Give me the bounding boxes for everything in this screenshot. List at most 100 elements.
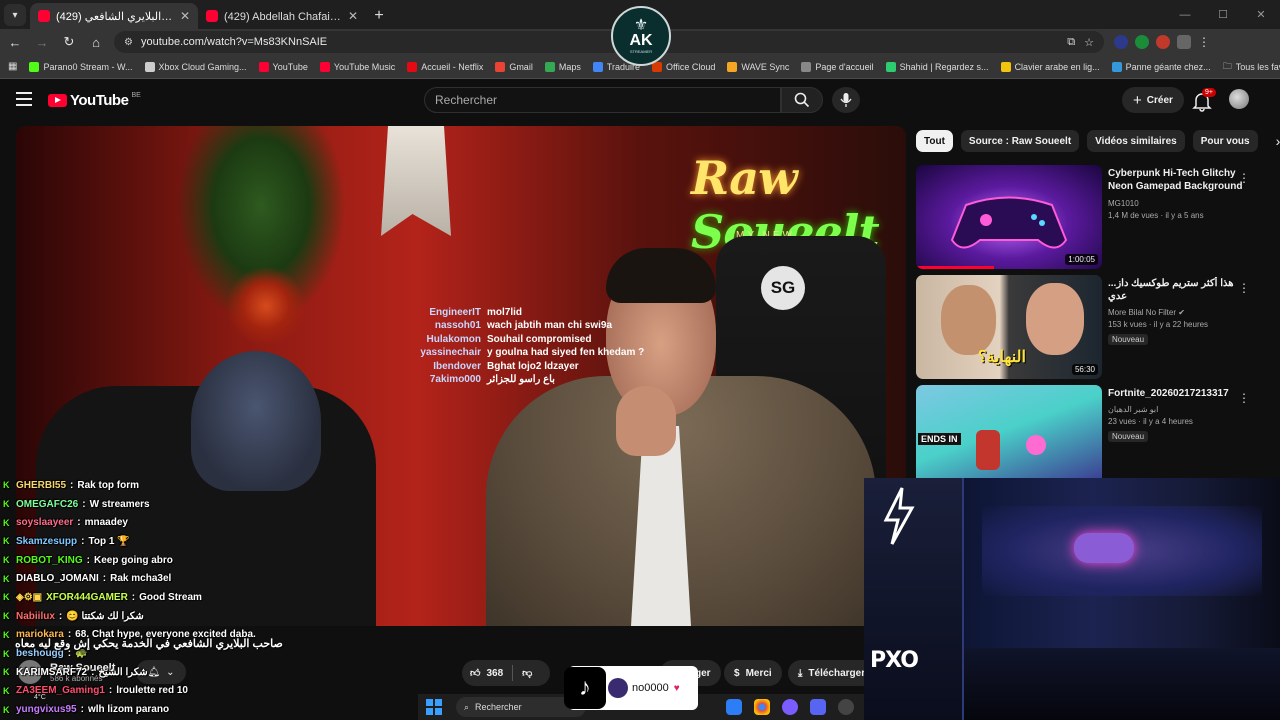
more-actions-icon[interactable]: ⋮	[1238, 171, 1250, 185]
video-thumbnail[interactable]: النهاية؟ 56:30	[916, 275, 1102, 379]
maximize-icon[interactable]: ☐	[1204, 0, 1242, 29]
channel-name[interactable]: ابو شبر الدهبان	[1108, 404, 1248, 416]
like-count[interactable]: 368	[486, 668, 503, 679]
chevron-right-icon[interactable]: ›	[1276, 133, 1280, 149]
youtube-logo[interactable]: YouTube BE	[48, 92, 141, 109]
chat-arabic-message: صاحب البلايري الشافعي في الخدمة يحكي إش …	[15, 638, 283, 650]
bookmark-item[interactable]: Accueil - Netflix	[407, 61, 484, 72]
tab-active[interactable]: (429) صاحب البلايري الشافعي ✕	[30, 3, 198, 29]
search-button[interactable]	[781, 87, 823, 113]
channel-name[interactable]: MG1010	[1108, 198, 1248, 210]
extensions-puzzle-icon[interactable]	[1177, 35, 1191, 49]
bookmark-item[interactable]: Panne géante chez...	[1111, 61, 1211, 72]
download-button[interactable]: ⤓ Télécharger	[788, 660, 876, 686]
tab-close-icon[interactable]: ✕	[180, 9, 190, 23]
reload-button[interactable]: ↻	[57, 30, 81, 54]
bookmark-label: Clavier arabe en lig...	[1014, 61, 1100, 72]
bookmark-item[interactable]: Clavier arabe en lig...	[1000, 61, 1100, 72]
extension-icon[interactable]	[1156, 35, 1170, 49]
video-meta: 23 vues · il y a 4 heures	[1108, 417, 1193, 426]
window-controls: — ☐ ✕	[1166, 0, 1280, 29]
account-avatar[interactable]	[1229, 89, 1249, 109]
thanks-button[interactable]: $ Merci	[724, 660, 782, 686]
more-actions-icon[interactable]: ⋮	[1238, 281, 1250, 295]
video-title[interactable]: ...هذا أكثر ستريم طوكسيك داز عدي	[1108, 277, 1248, 303]
create-button[interactable]: + Créer	[1122, 87, 1184, 113]
bookmark-item[interactable]: YouTube	[258, 61, 308, 72]
video-meta: 1,4 M de vues · il y a 5 ans	[1108, 211, 1204, 220]
kick-icon: K	[3, 648, 10, 659]
apps-grid-icon[interactable]: ▦	[8, 61, 17, 72]
bookmark-favicon-icon	[885, 61, 896, 72]
bookmark-item[interactable]: Page d'accueil	[801, 61, 874, 72]
video-title[interactable]: Cyberpunk Hi-Tech Glitchy Neon Gamepad B…	[1108, 167, 1248, 194]
thumbnail-caption: ENDS IN	[918, 433, 961, 445]
video-thumbnail[interactable]: 1:00:05	[916, 165, 1102, 269]
bookmark-item[interactable]: YouTube Music	[319, 61, 395, 72]
address-bar[interactable]: ⚙ youtube.com/watch?v=Ms83KNnSAIE ⧉ ☆	[114, 31, 1104, 53]
tab-search-button[interactable]: ▾	[4, 4, 26, 26]
chat-message: wach jabtih man chi swi9a	[487, 320, 613, 332]
search-input[interactable]: Rechercher	[424, 87, 781, 113]
extension-icon[interactable]	[1114, 35, 1128, 49]
menu-dots-icon[interactable]: ⋮	[1198, 35, 1212, 49]
recommendation-item[interactable]: ENDS IN Fortnite_20260217213317 ابو شبر …	[916, 385, 1266, 489]
store-icon[interactable]	[726, 699, 742, 715]
dislike-icon[interactable]: 👎︎	[522, 667, 532, 679]
bookmark-item[interactable]: Shahid | Regardez s...	[885, 61, 989, 72]
discord-icon[interactable]	[810, 699, 826, 715]
chat-separator: :	[70, 479, 74, 491]
chrome-icon[interactable]	[754, 699, 770, 715]
install-app-icon[interactable]: ⧉	[1067, 36, 1075, 49]
minimize-icon[interactable]: —	[1166, 0, 1204, 29]
chat-username: EngineerIT	[429, 307, 481, 318]
bookmark-item[interactable]: Xbox Cloud Gaming...	[144, 61, 247, 72]
bookmark-item[interactable]: Parano0 Stream - W...	[29, 61, 133, 72]
voice-search-button[interactable]	[832, 87, 860, 113]
bookmark-favicon-icon	[801, 61, 812, 72]
kick-icon: K	[3, 555, 10, 566]
stream-chat-line: K Nabiilux : 😊 شكرا لك شكتتا	[0, 607, 470, 626]
bookmark-item[interactable]: Maps	[544, 61, 581, 72]
home-button[interactable]: ⌂	[84, 30, 108, 54]
channel-name[interactable]: More Bilal No Filter	[1108, 308, 1176, 317]
filter-chip[interactable]: Source : Raw Soueelt	[960, 130, 1080, 152]
hamburger-menu-icon[interactable]	[16, 92, 32, 106]
recommendation-item[interactable]: 1:00:05 Cyberpunk Hi-Tech Glitchy Neon G…	[916, 165, 1266, 269]
kick-icon: K	[3, 517, 10, 528]
stream-chat-line: Ksoyslaayeer : mnaadey	[0, 513, 470, 532]
bookmark-item[interactable]: Gmail	[495, 61, 533, 72]
bookmark-favicon-icon	[144, 61, 155, 72]
bookmark-label: Accueil - Netflix	[421, 61, 484, 72]
url-text: youtube.com/watch?v=Ms83KNnSAIE	[140, 36, 328, 48]
tab-close-icon[interactable]: ✕	[348, 9, 358, 23]
obs-icon[interactable]	[838, 699, 854, 715]
bookmark-item[interactable]: WAVE Sync	[727, 61, 789, 72]
chat-separator: :	[108, 685, 113, 697]
chat-badges: ◈⚙▣	[16, 591, 43, 603]
filter-chip[interactable]: Tout	[916, 130, 953, 152]
stream-chat-line: K OMEGAFC26 : W streamers	[0, 495, 470, 514]
site-info-icon[interactable]: ⚙	[124, 37, 133, 48]
forward-button[interactable]: →	[30, 30, 54, 54]
app-icon[interactable]	[782, 699, 798, 715]
new-tab-button[interactable]: +	[366, 3, 392, 29]
video-title[interactable]: Fortnite_20260217213317	[1108, 387, 1248, 400]
back-button[interactable]: ←	[3, 30, 27, 54]
bookmark-star-icon[interactable]: ☆	[1084, 36, 1094, 49]
more-actions-icon[interactable]: ⋮	[1238, 391, 1250, 405]
close-window-icon[interactable]: ✕	[1242, 0, 1280, 29]
tab-title: (429) Abdellah Chafai - العسكر	[224, 10, 342, 23]
plus-icon: +	[1133, 91, 1142, 109]
all-bookmarks-folder[interactable]: 🗀︎Tous les favoris	[1223, 59, 1280, 75]
extension-icon[interactable]	[1135, 35, 1149, 49]
youtube-favicon-icon	[38, 10, 50, 22]
filter-chip[interactable]: Pour vous	[1192, 130, 1258, 152]
tab-inactive[interactable]: (429) Abdellah Chafai - العسكر ✕	[198, 3, 366, 29]
filter-chip[interactable]: Vidéos similaires	[1087, 130, 1185, 152]
bookmark-item[interactable]: Office Cloud	[652, 61, 715, 72]
download-label: Télécharger	[808, 667, 866, 679]
like-icon[interactable]: 👍︎	[470, 667, 480, 679]
recommendation-item[interactable]: النهاية؟ 56:30 ...هذا أكثر ستريم طوكسيك …	[916, 275, 1266, 379]
video-thumbnail[interactable]: ENDS IN	[916, 385, 1102, 489]
